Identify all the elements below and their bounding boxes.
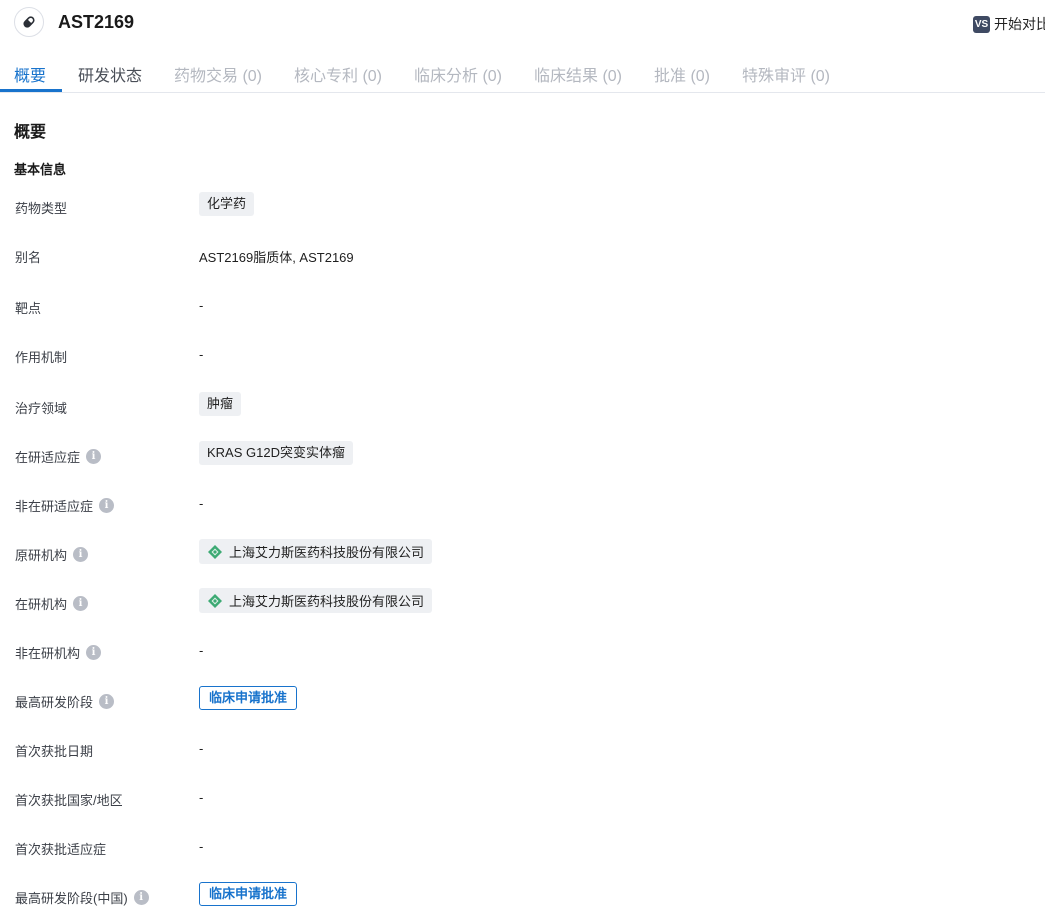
tab-bar: 概要 研发状态 药物交易 (0) 核心专利 (0) 临床分析 (0) 临床结果 … [0,52,1045,93]
row-label-text: 最高研发阶段 [15,695,94,710]
row-mechanism: 作用机制 - [0,341,1045,371]
active-org-tag[interactable]: 上海艾力斯医药科技股份有限公司 [199,588,433,613]
row-first-approval-country: 首次获批国家/地区 - [0,784,1045,814]
row-label: 非在研机构 i [15,643,102,662]
row-label: 在研适应症 i [15,447,102,466]
active-org-name: 上海艾力斯医药科技股份有限公司 [229,594,425,609]
target-value: - [199,298,204,313]
row-label: 别名 [15,250,42,265]
first-approval-date-value: - [199,741,204,756]
row-label: 最高研发阶段(中国) i [15,888,149,907]
row-label: 药物类型 [15,201,68,216]
info-icon[interactable]: i [73,547,89,562]
row-label: 靶点 [15,301,42,316]
row-label-text: 在研适应症 [15,450,81,465]
row-label-text: 在研机构 [15,597,68,612]
row-label-text: 非在研机构 [15,646,81,661]
row-label-text: 非在研适应症 [15,499,94,514]
originator-org-tag[interactable]: 上海艾力斯医药科技股份有限公司 [199,539,433,564]
row-cn-highest-phase: 最高研发阶段(中国) i 临床申请批准 [0,882,1045,912]
first-approval-country-value: - [199,790,204,805]
inactive-indication-value: - [199,496,204,511]
tab-overview[interactable]: 概要 [14,62,46,86]
tab-deals[interactable]: 药物交易 (0) [174,62,262,86]
drug-title: AST2169 [58,12,135,32]
info-icon[interactable]: i [133,890,149,905]
tab-approvals[interactable]: 批准 (0) [654,62,710,86]
row-label: 非在研适应症 i [15,496,115,515]
compare-button[interactable]: VS 开始对比 [973,14,1045,34]
tab-clinical-results[interactable]: 临床结果 (0) [534,62,622,86]
compare-label: 开始对比 [994,16,1045,32]
row-label: 治疗领域 [15,401,68,416]
row-first-approval-indication: 首次获批适应症 - [0,833,1045,863]
basic-info-title: 基本信息 [14,162,67,177]
drug-header: AST2169 VS 开始对比 [0,0,1045,48]
inactive-org-value: - [199,643,204,658]
row-label: 首次获批国家/地区 [15,793,123,808]
tab-special-review[interactable]: 特殊审评 (0) [742,62,830,86]
indication-tag[interactable]: KRAS G12D突变实体瘤 [199,441,353,465]
row-highest-phase: 最高研发阶段 i 临床申请批准 [0,686,1045,716]
tab-clinical-analysis[interactable]: 临床分析 (0) [414,62,502,86]
active-tab-indicator [0,89,62,92]
row-label: 在研机构 i [15,594,89,613]
info-icon[interactable]: i [86,645,102,660]
row-therapeutic-area: 治疗领域 肿瘤 [0,392,1045,422]
row-active-indication: 在研适应症 i KRAS G12D突变实体瘤 [0,441,1045,471]
row-alias: 别名 AST2169脂质体, AST2169 [0,241,1045,271]
alias-value: AST2169脂质体, AST2169 [199,250,354,265]
row-originator: 原研机构 i 上海艾力斯医药科技股份有限公司 [0,539,1045,569]
company-logo-icon [208,593,222,608]
company-logo-icon [208,544,222,559]
section-title: 概要 [14,124,47,141]
row-label: 最高研发阶段 i [15,692,115,711]
row-inactive-indication: 非在研适应症 i - [0,490,1045,520]
cn-highest-phase-tag[interactable]: 临床申请批准 [199,882,298,906]
row-label: 首次获批适应症 [15,842,107,857]
row-target: 靶点 - [0,292,1045,322]
info-icon[interactable]: i [99,694,115,709]
row-active-org: 在研机构 i 上海艾力斯医药科技股份有限公司 [0,588,1045,618]
info-icon[interactable]: i [73,596,89,611]
row-first-approval-date: 首次获批日期 - [0,735,1045,765]
info-icon[interactable]: i [86,449,102,464]
drug-type-tag[interactable]: 化学药 [199,192,255,216]
row-label: 作用机制 [15,350,68,365]
first-approval-indication-value: - [199,839,204,854]
row-label-text: 最高研发阶段(中国) [15,891,128,906]
tab-development-status[interactable]: 研发状态 [78,62,142,86]
tab-core-patents[interactable]: 核心专利 (0) [294,62,382,86]
row-drug-type: 药物类型 化学药 [0,192,1045,222]
mechanism-value: - [199,347,204,362]
row-label: 首次获批日期 [15,744,94,759]
info-icon[interactable]: i [99,498,115,513]
row-inactive-org: 非在研机构 i - [0,637,1045,667]
row-label-text: 原研机构 [15,548,68,563]
row-label: 原研机构 i [15,545,89,564]
therapeutic-area-tag[interactable]: 肿瘤 [199,392,242,416]
pill-icon [14,7,44,37]
vs-icon: VS [973,15,990,33]
originator-name: 上海艾力斯医药科技股份有限公司 [229,545,425,560]
highest-phase-tag[interactable]: 临床申请批准 [199,686,298,710]
